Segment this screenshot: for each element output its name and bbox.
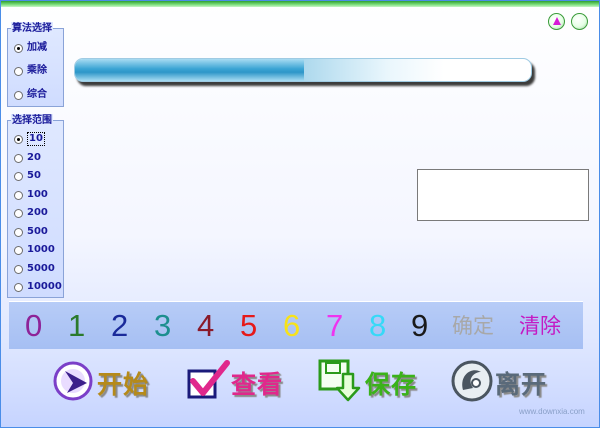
checkmark-icon xyxy=(185,359,231,407)
app-window: 算法选择 加减 乘除 综合 选择范围 10 20 50 100 200 500 … xyxy=(0,0,600,428)
radio-multiply-divide[interactable]: 乘除 xyxy=(14,64,47,78)
radio-range-100[interactable]: 100 xyxy=(14,188,48,202)
radio-label: 200 xyxy=(27,207,48,218)
radio-button[interactable] xyxy=(14,264,23,274)
radio-mixed[interactable]: 综合 xyxy=(14,88,47,102)
radio-button[interactable] xyxy=(14,282,23,292)
range-group-title: 选择范围 xyxy=(11,114,53,127)
key-9[interactable]: 9 xyxy=(411,306,428,346)
key-3[interactable]: 3 xyxy=(154,306,171,346)
radio-label: 10 xyxy=(27,132,45,146)
radio-button[interactable] xyxy=(14,153,23,163)
radio-label: 50 xyxy=(27,170,41,181)
exit-button[interactable]: 离开 xyxy=(449,359,547,407)
radio-range-10[interactable]: 10 xyxy=(14,132,45,146)
radio-range-20[interactable]: 20 xyxy=(14,151,41,165)
radio-range-200[interactable]: 200 xyxy=(14,206,48,220)
radio-label: 综合 xyxy=(27,89,47,100)
algorithm-group-title: 算法选择 xyxy=(11,22,53,35)
view-label: 查看 xyxy=(231,370,284,399)
radio-button[interactable] xyxy=(14,134,23,144)
exit-label: 离开 xyxy=(495,370,548,399)
key-1[interactable]: 1 xyxy=(68,306,85,346)
title-strip xyxy=(1,1,599,7)
number-keypad: 0 1 2 3 4 5 6 7 8 9 确定 清除 xyxy=(9,301,583,349)
save-disk-icon xyxy=(317,358,365,408)
progress-bar xyxy=(74,58,532,82)
radio-button[interactable] xyxy=(14,190,23,200)
radio-label: 1000 xyxy=(27,244,55,255)
start-label: 开始 xyxy=(97,370,150,399)
algorithm-group: 算法选择 加减 乘除 综合 xyxy=(7,22,64,107)
radio-range-50[interactable]: 50 xyxy=(14,169,41,183)
answer-display[interactable] xyxy=(417,169,589,221)
start-button[interactable]: 开始 xyxy=(51,359,149,407)
radio-label: 10000 xyxy=(27,281,62,292)
radio-range-1000[interactable]: 1000 xyxy=(14,243,55,257)
key-5[interactable]: 5 xyxy=(240,306,257,346)
radio-button[interactable] xyxy=(14,245,23,255)
watermark-text: www.downxia.com xyxy=(519,407,585,416)
minimize-button[interactable] xyxy=(548,13,565,30)
radio-button[interactable] xyxy=(14,208,23,218)
progress-fill xyxy=(75,59,304,81)
radio-label: 加减 xyxy=(27,42,47,53)
radio-button[interactable] xyxy=(14,66,23,76)
triangle-icon xyxy=(553,17,561,25)
radio-button[interactable] xyxy=(14,90,23,100)
radio-label: 20 xyxy=(27,152,41,163)
range-group: 选择范围 10 20 50 100 200 500 1000 5000 1000… xyxy=(7,114,64,298)
key-2[interactable]: 2 xyxy=(111,306,128,346)
radio-label: 乘除 xyxy=(27,65,47,76)
radio-range-10000[interactable]: 10000 xyxy=(14,280,62,294)
radio-label: 5000 xyxy=(27,263,55,274)
radio-range-500[interactable]: 500 xyxy=(14,225,48,239)
key-6[interactable]: 6 xyxy=(283,306,300,346)
close-button[interactable] xyxy=(571,13,588,30)
save-label: 保存 xyxy=(365,370,418,399)
key-4[interactable]: 4 xyxy=(197,306,214,346)
key-0[interactable]: 0 xyxy=(25,306,42,346)
radio-label: 500 xyxy=(27,226,48,237)
clear-button[interactable]: 清除 xyxy=(519,310,561,342)
radio-button[interactable] xyxy=(14,171,23,181)
progress-fade xyxy=(304,59,444,81)
key-8[interactable]: 8 xyxy=(369,306,386,346)
radio-range-5000[interactable]: 5000 xyxy=(14,262,55,276)
radio-add-subtract[interactable]: 加减 xyxy=(14,41,47,55)
radio-button[interactable] xyxy=(14,227,23,237)
view-button[interactable]: 查看 xyxy=(185,359,283,407)
play-arrow-icon xyxy=(51,359,97,407)
radio-label: 100 xyxy=(27,189,48,200)
confirm-button[interactable]: 确定 xyxy=(452,310,494,342)
exit-swirl-icon xyxy=(449,358,495,408)
save-button[interactable]: 保存 xyxy=(317,359,417,407)
radio-button[interactable] xyxy=(14,43,23,53)
key-7[interactable]: 7 xyxy=(326,306,343,346)
